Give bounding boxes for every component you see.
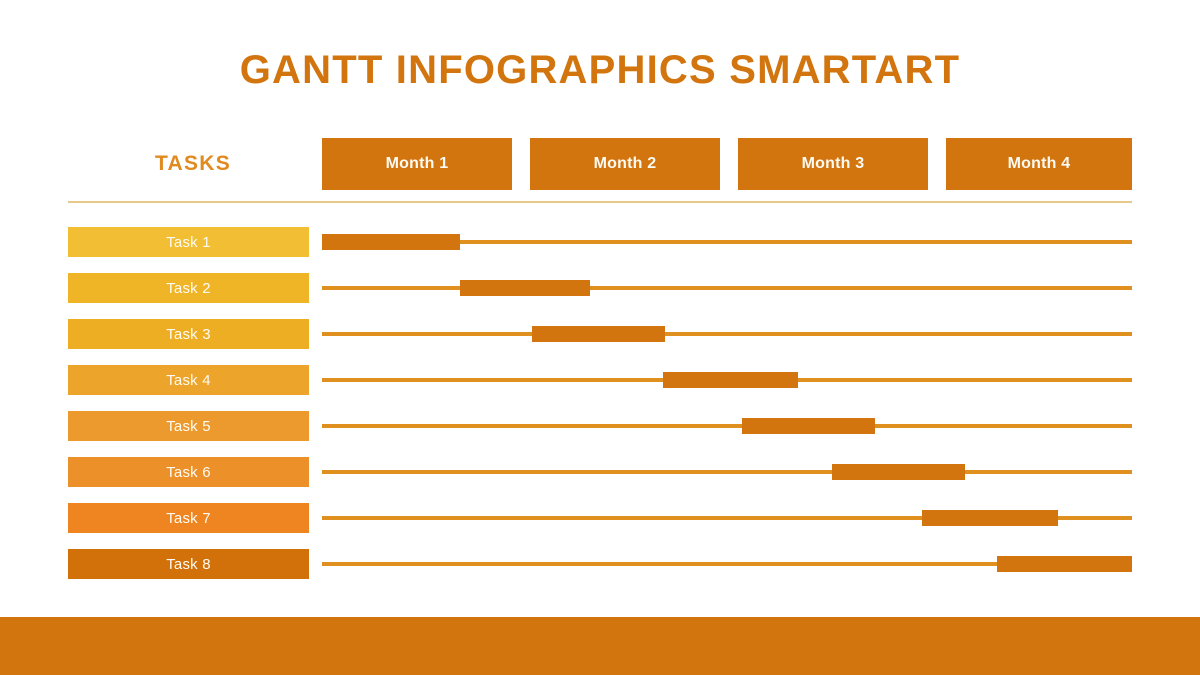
table-row: Task 4 — [0, 365, 1200, 395]
task-label-chip-8[interactable]: Task 8 — [68, 549, 309, 579]
task-label-chip-3[interactable]: Task 3 — [68, 319, 309, 349]
task-label: Task 6 — [166, 463, 211, 481]
table-row: Task 5 — [0, 411, 1200, 441]
timeline-track — [322, 332, 1132, 336]
table-row: Task 8 — [0, 549, 1200, 579]
table-row: Task 3 — [0, 319, 1200, 349]
gantt-bar-3[interactable] — [532, 326, 665, 342]
task-label-chip-1[interactable]: Task 1 — [68, 227, 309, 257]
bottom-band — [0, 617, 1200, 675]
timeline-track — [322, 286, 1132, 290]
gantt-bar-5[interactable] — [742, 418, 875, 434]
task-label-chip-4[interactable]: Task 4 — [68, 365, 309, 395]
table-row: Task 1 — [0, 227, 1200, 257]
gantt-bar-8[interactable] — [997, 556, 1132, 572]
table-row: Task 2 — [0, 273, 1200, 303]
task-label: Task 8 — [166, 555, 211, 573]
task-label: Task 7 — [166, 509, 211, 527]
gantt-rows: Task 1 Task 2 Task 3 Task 4 Task 5 Task 6 Task… — [0, 0, 1200, 675]
task-label: Task 5 — [166, 417, 211, 435]
task-label-chip-2[interactable]: Task 2 — [68, 273, 309, 303]
task-label: Task 3 — [166, 325, 211, 343]
task-label-chip-7[interactable]: Task 7 — [68, 503, 309, 533]
gantt-bar-7[interactable] — [922, 510, 1058, 526]
slide-canvas: GANTT INFOGRAPHICS SMARTART TASKS Month … — [0, 0, 1200, 675]
timeline-track — [322, 424, 1132, 428]
gantt-bar-6[interactable] — [832, 464, 965, 480]
task-label-chip-6[interactable]: Task 6 — [68, 457, 309, 487]
task-label-chip-5[interactable]: Task 5 — [68, 411, 309, 441]
task-label: Task 1 — [166, 233, 211, 251]
timeline-track — [322, 470, 1132, 474]
gantt-bar-2[interactable] — [460, 280, 590, 296]
gantt-bar-4[interactable] — [663, 372, 798, 388]
task-label: Task 2 — [166, 279, 211, 297]
table-row: Task 7 — [0, 503, 1200, 533]
table-row: Task 6 — [0, 457, 1200, 487]
gantt-bar-1[interactable] — [322, 234, 460, 250]
task-label: Task 4 — [166, 371, 211, 389]
